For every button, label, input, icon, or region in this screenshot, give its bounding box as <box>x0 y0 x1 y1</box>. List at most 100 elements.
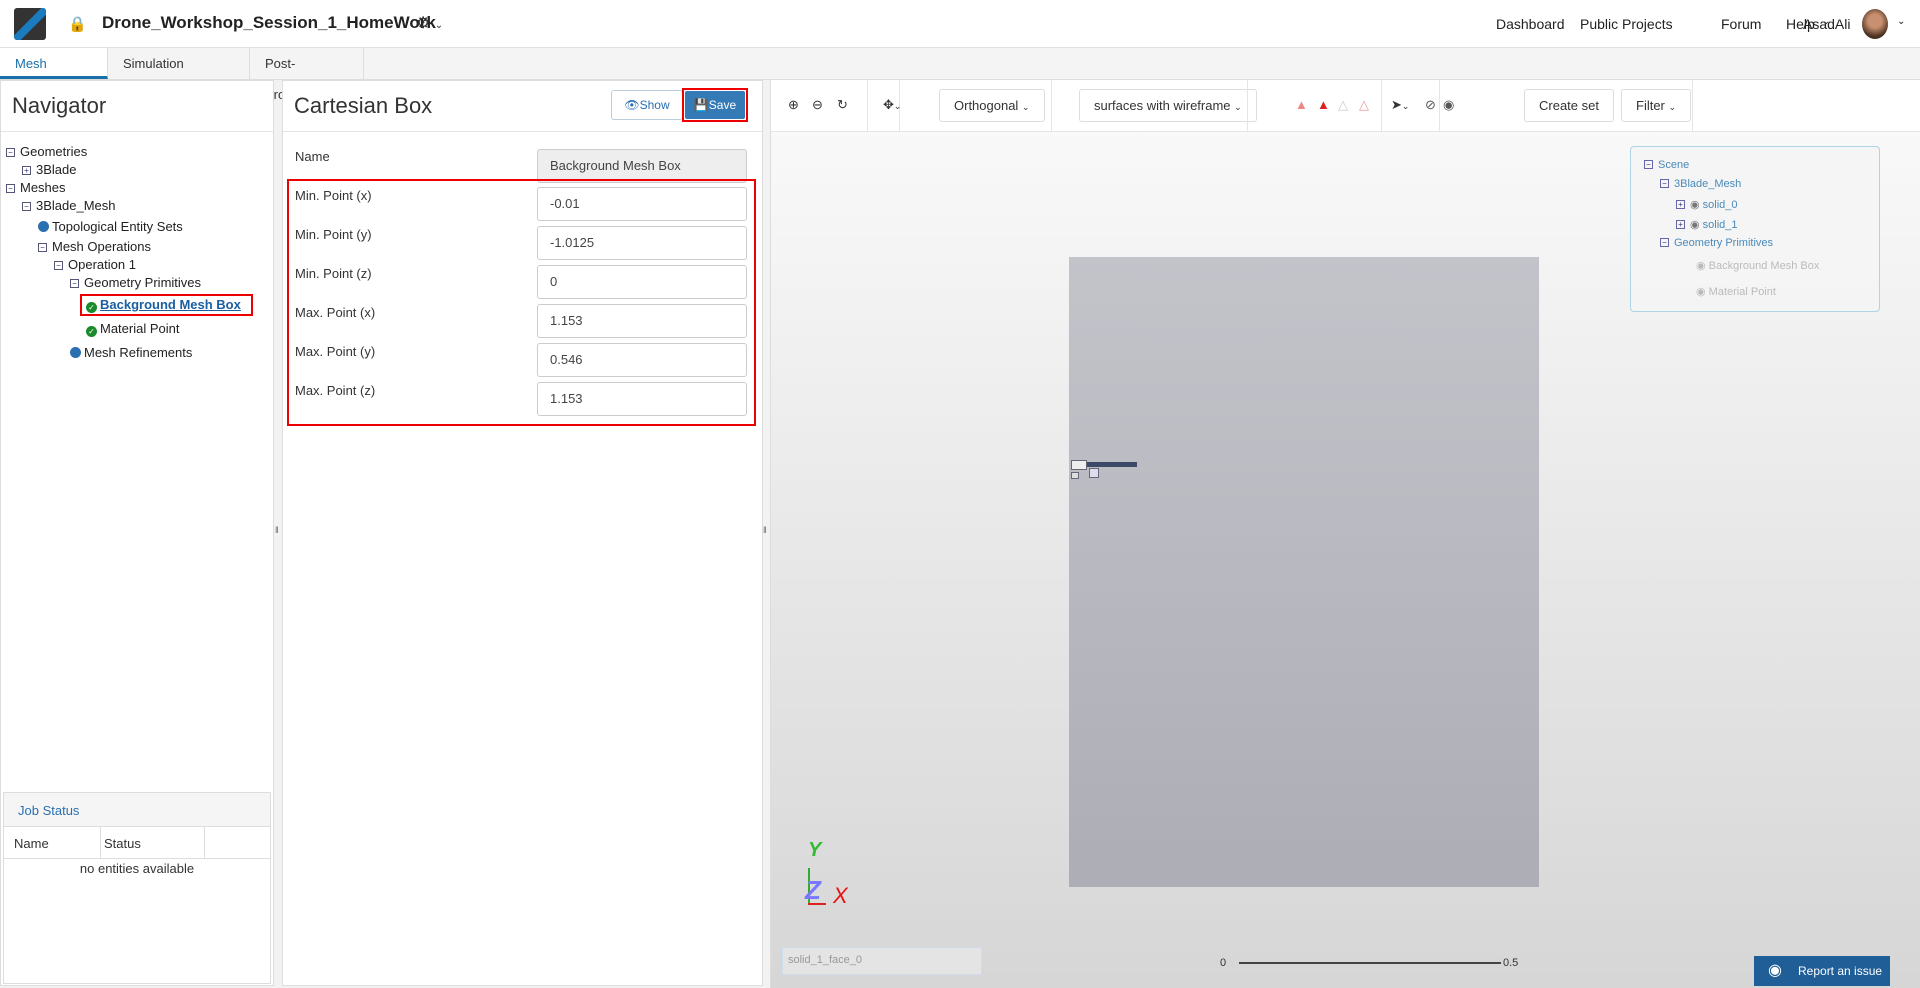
collapse-icon[interactable]: − <box>38 243 47 252</box>
job-status-panel: Job Status Name Status no entities avail… <box>3 792 271 984</box>
top-header: 🔒 Drone_Workshop_Session_1_HomeWork ⚙ ⌄ … <box>0 0 1920 48</box>
projection-dropdown[interactable]: Orthogonal ⌄ <box>939 89 1045 122</box>
splitter-handle[interactable]: ‖ <box>763 525 767 535</box>
dot-icon <box>38 221 49 232</box>
expand-icon[interactable]: + <box>1676 200 1685 209</box>
max-y-label: Max. Point (y) <box>295 344 376 359</box>
tab-post-processor[interactable]: Post-Processor <box>250 48 364 102</box>
check-icon: ✓ <box>86 326 97 337</box>
scale-min: 0 <box>1220 957 1227 969</box>
app-logo[interactable] <box>14 8 46 40</box>
tree-item-material-point[interactable]: ✓ Material Point <box>86 320 179 338</box>
tree-item-mesh-refinements[interactable]: Mesh Refinements <box>70 344 192 362</box>
max-x-input[interactable]: 1.153 <box>537 304 747 338</box>
empty-message: no entities available <box>79 861 195 876</box>
collapse-icon[interactable]: − <box>1660 179 1669 188</box>
tree-item-geometry-primitives[interactable]: − Geometry Primitives <box>70 274 201 292</box>
panel-title: Cartesian Box <box>294 93 433 118</box>
collapse-icon[interactable]: − <box>54 261 63 270</box>
selection-textbox[interactable]: solid_1_face_0 <box>782 947 982 975</box>
max-y-input[interactable]: 0.546 <box>537 343 747 377</box>
max-z-label: Max. Point (z) <box>295 383 376 398</box>
expand-icon[interactable]: + <box>22 166 31 175</box>
scene-material-point[interactable]: ◉ Material Point <box>1696 285 1776 298</box>
save-button[interactable]: 💾Save <box>685 91 745 119</box>
3d-viewer[interactable]: ⊕ ⊖ ↻ ✥⌄ Orthogonal ⌄ surfaces with wire… <box>770 80 1920 988</box>
zoom-in-icon[interactable]: ⊕ <box>788 97 799 113</box>
tree-item-mesh-operations[interactable]: − Mesh Operations <box>38 238 151 256</box>
min-z-label: Min. Point (z) <box>295 266 372 281</box>
min-y-label: Min. Point (y) <box>295 227 372 242</box>
axis-z-label: Z <box>805 875 821 905</box>
scene-solid-1[interactable]: + ◉ solid_1 <box>1676 218 1738 231</box>
nav-public-projects[interactable]: Public Projects <box>1580 16 1673 32</box>
user-name[interactable]: AsadAli <box>1803 16 1850 32</box>
navigator-title: Navigator <box>12 93 107 118</box>
name-label: Name <box>295 149 330 164</box>
tree-item-topological-entity-sets[interactable]: Topological Entity Sets <box>38 218 183 236</box>
expand-icon[interactable]: + <box>1676 220 1685 229</box>
collapse-icon[interactable]: − <box>1660 238 1669 247</box>
eye-icon[interactable]: ◉ <box>1690 219 1700 231</box>
viewer-toolbar: ⊕ ⊖ ↻ ✥⌄ Orthogonal ⌄ surfaces with wire… <box>771 80 1920 132</box>
tree-item-operation-1[interactable]: − Operation 1 <box>54 256 136 274</box>
background-mesh-box[interactable] <box>1069 257 1539 887</box>
tree-item-meshes[interactable]: − Meshes <box>6 179 66 197</box>
min-x-input[interactable]: -0.01 <box>537 187 747 221</box>
tab-bar: Mesh Creator Simulation Designer Post-Pr… <box>0 48 1920 102</box>
scene-primitives[interactable]: − Geometry Primitives <box>1660 237 1773 249</box>
collapse-icon[interactable]: − <box>70 279 79 288</box>
column-name[interactable]: Name <box>14 836 49 851</box>
eye-icon[interactable]: ◉ <box>1696 286 1706 298</box>
check-icon: ✓ <box>86 302 97 313</box>
nav-forum[interactable]: Forum <box>1721 16 1761 32</box>
scene-background-mesh-box[interactable]: ◉ Background Mesh Box <box>1696 259 1819 272</box>
collapse-icon[interactable]: − <box>6 184 15 193</box>
tree-item-3blade-mesh[interactable]: −3Blade_Mesh <box>22 197 116 215</box>
min-z-input[interactable]: 0 <box>537 265 747 299</box>
scene-tree: − Scene −3Blade_Mesh + ◉ solid_0 + ◉ solid_… <box>1630 146 1880 312</box>
gear-icon[interactable]: ⚙ ⌄ <box>416 13 443 33</box>
navigator-panel: Navigator − Geometries +3Blade − Meshes −3… <box>0 80 274 986</box>
refresh-icon[interactable]: ↻ <box>837 97 848 113</box>
max-x-label: Max. Point (x) <box>295 305 376 320</box>
name-input[interactable]: Background Mesh Box <box>537 149 747 183</box>
eye-icon[interactable]: ◉ <box>1696 260 1706 272</box>
collapse-icon[interactable]: − <box>22 202 31 211</box>
lock-icon: 🔒 <box>68 16 87 33</box>
dot-icon <box>70 347 81 358</box>
max-z-input[interactable]: 1.153 <box>537 382 747 416</box>
drone-geometry[interactable] <box>1071 460 1137 480</box>
collapse-icon[interactable]: − <box>6 148 15 157</box>
scale-max: 0.5 <box>1503 957 1519 969</box>
floppy-icon: 💾 <box>693 98 709 112</box>
tree-item-background-mesh-box[interactable]: ✓ Background Mesh Box <box>80 294 253 316</box>
show-button[interactable]: 👁Show <box>611 90 683 120</box>
tree-item-3blade[interactable]: +3Blade <box>22 161 76 179</box>
collapse-icon[interactable]: − <box>1644 160 1653 169</box>
tree-item-geometries[interactable]: − Geometries <box>6 143 87 161</box>
tab-simulation-designer[interactable]: Simulation Designer <box>108 48 250 102</box>
zoom-out-icon[interactable]: ⊖ <box>812 97 823 113</box>
axis-triad: Y Z X <box>771 835 851 915</box>
save-button-highlight: 💾Save <box>682 88 748 122</box>
scale-bar <box>1239 962 1501 964</box>
min-y-input[interactable]: -1.0125 <box>537 226 747 260</box>
report-issue-button[interactable]: ◉ Report an issue <box>1754 956 1890 986</box>
camera-icon: ◉ <box>1768 962 1782 979</box>
scene-mesh[interactable]: −3Blade_Mesh <box>1660 178 1741 190</box>
axis-x-label: X <box>833 883 848 908</box>
min-x-label: Min. Point (x) <box>295 188 372 203</box>
column-status[interactable]: Status <box>104 836 141 851</box>
eye-icon[interactable]: ◉ <box>1690 199 1700 211</box>
avatar[interactable] <box>1862 9 1888 39</box>
project-title: Drone_Workshop_Session_1_HomeWork <box>102 13 436 32</box>
eye-icon: 👁 <box>624 98 640 112</box>
chevron-down-icon[interactable]: ⌄ <box>1897 16 1905 27</box>
tab-mesh-creator[interactable]: Mesh Creator <box>0 48 108 102</box>
move-icon[interactable]: ✥⌄ <box>883 97 901 113</box>
scene-solid-0[interactable]: + ◉ solid_0 <box>1676 198 1738 211</box>
splitter-handle[interactable]: ‖ <box>275 525 279 535</box>
nav-dashboard[interactable]: Dashboard <box>1496 16 1565 32</box>
scene-root[interactable]: − Scene <box>1644 159 1689 171</box>
